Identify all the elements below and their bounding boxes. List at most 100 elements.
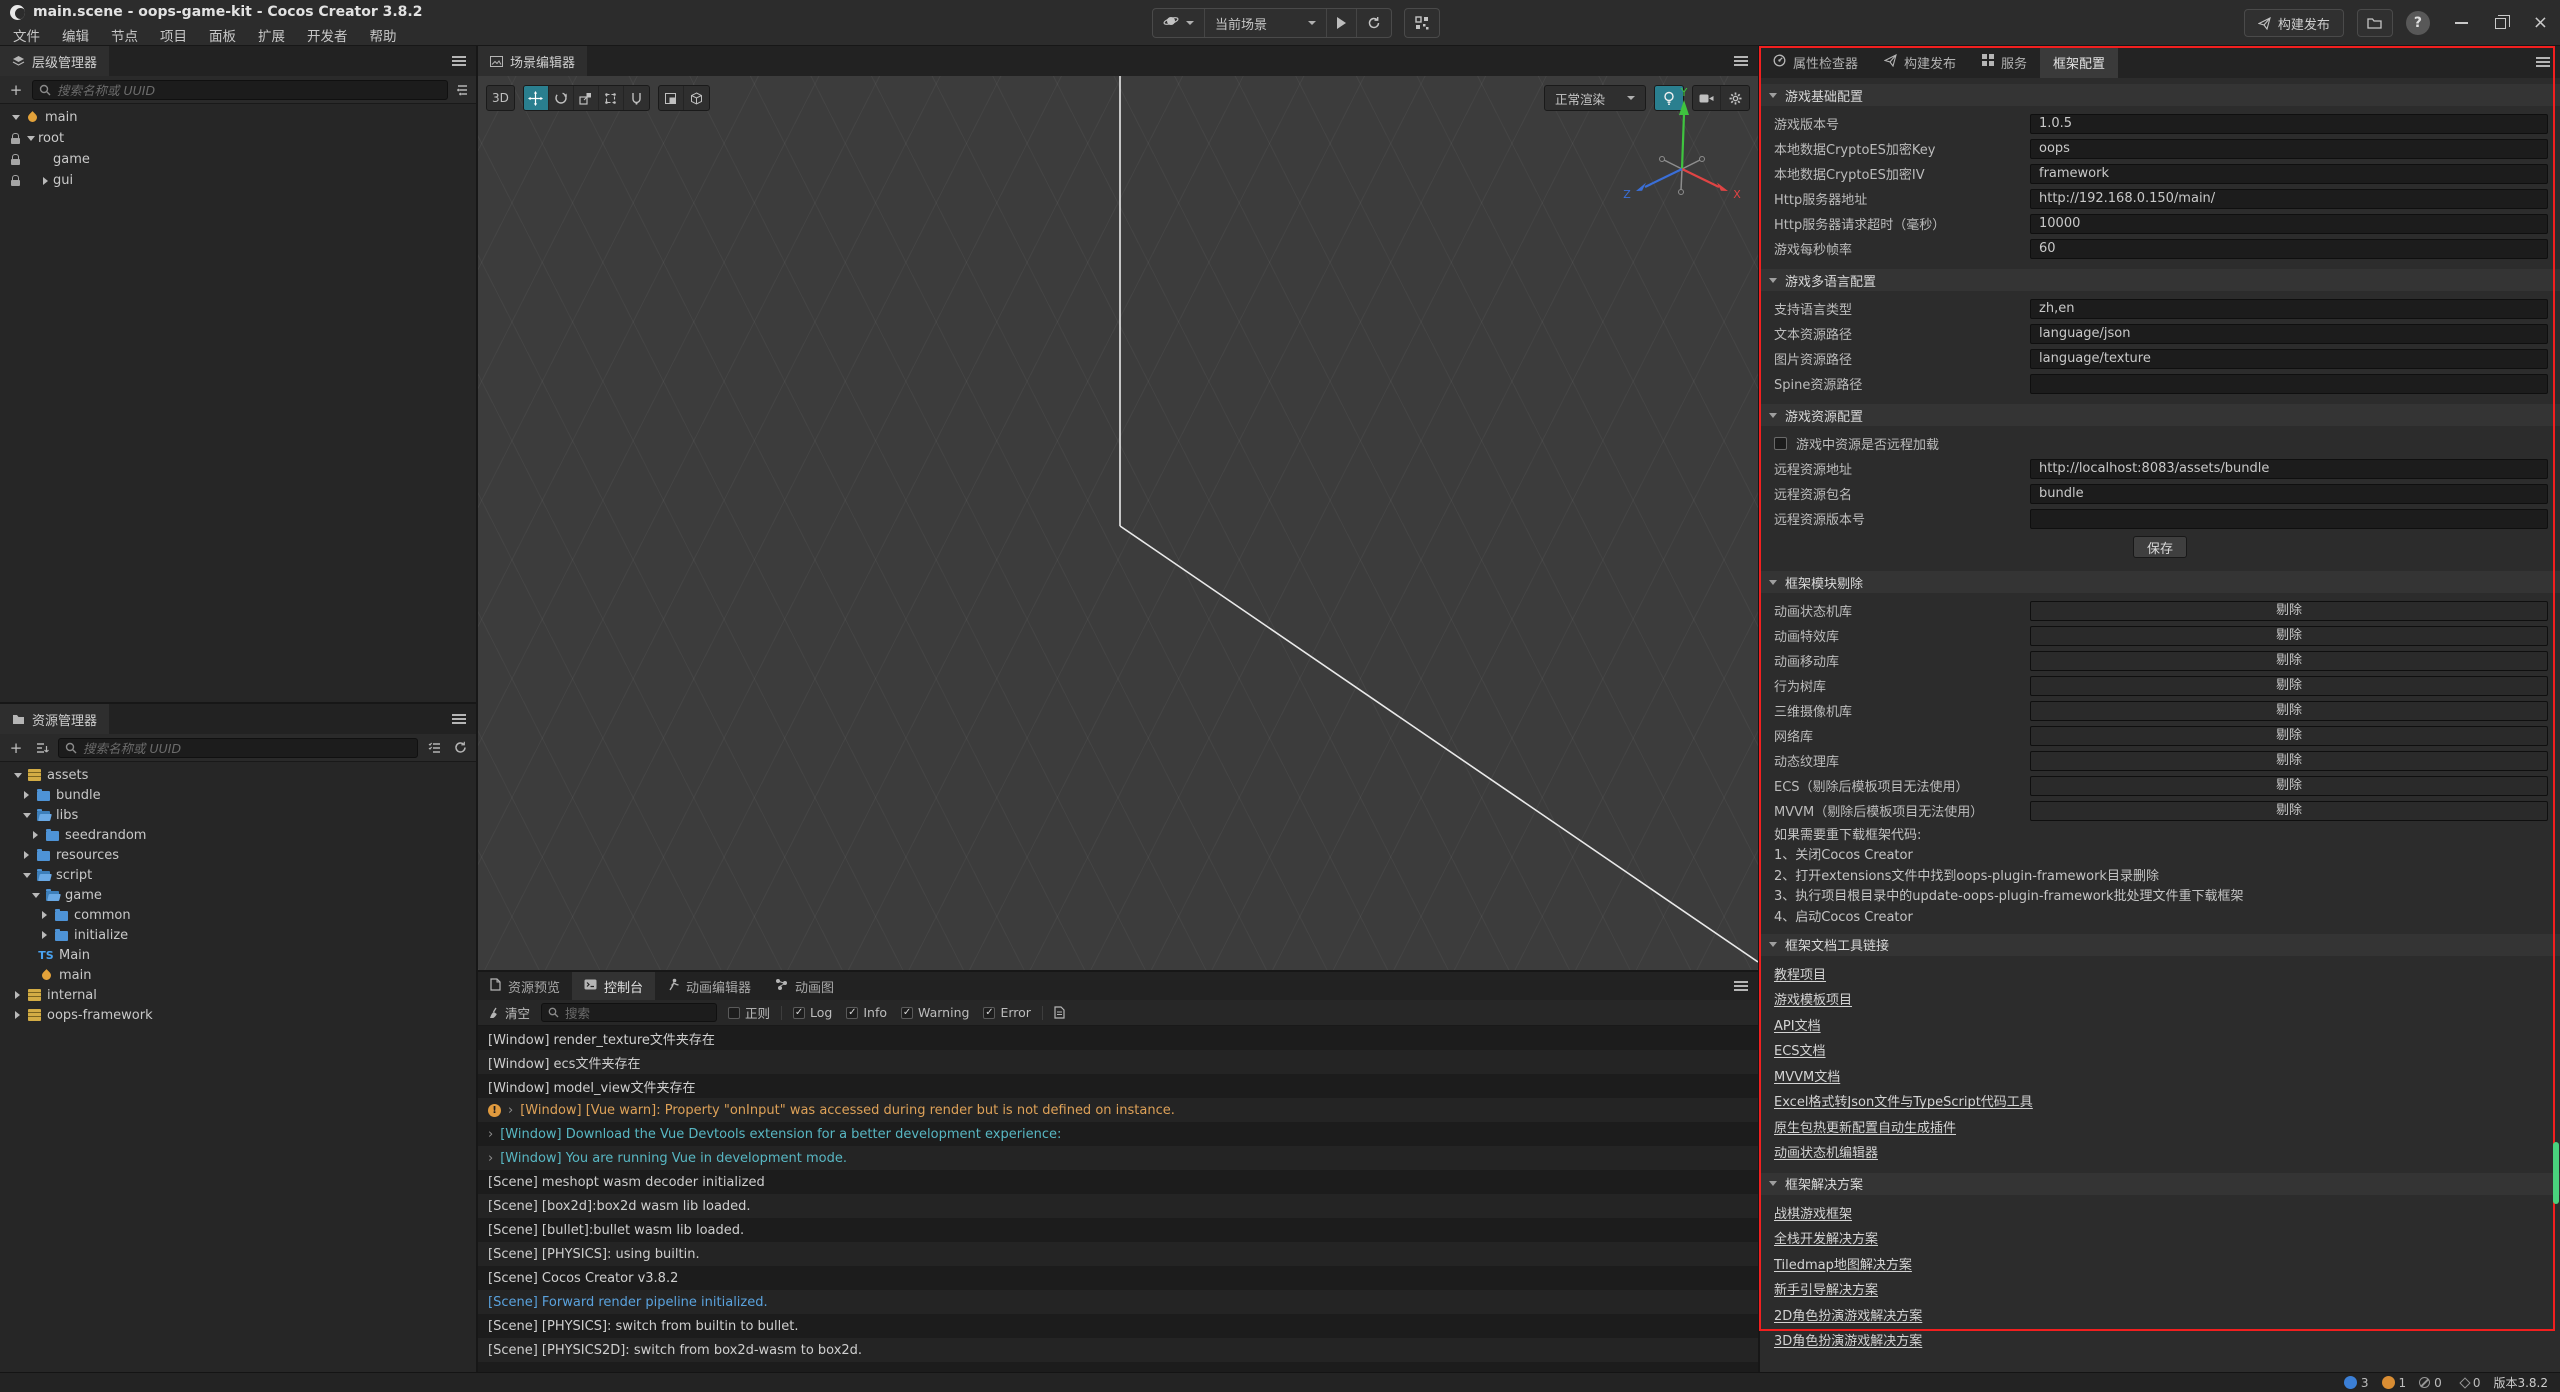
orientation-gizmo[interactable]: Y X Z	[1615, 88, 1755, 208]
console-search-input[interactable]: 搜索	[541, 1003, 717, 1022]
hierarchy-node[interactable]: game	[0, 149, 476, 170]
chevron-collapsed-icon[interactable]	[33, 831, 38, 839]
console-log-row[interactable]: [Scene] Forward render pipeline initiali…	[478, 1290, 1758, 1314]
menu-item[interactable]: 项目	[149, 24, 198, 45]
module-remove-button[interactable]: 剔除	[2030, 601, 2548, 621]
module-remove-button[interactable]: 剔除	[2030, 626, 2548, 646]
menu-item[interactable]: 文件	[2, 24, 51, 45]
assets-filter-button[interactable]	[424, 738, 444, 758]
status-info-count[interactable]: 3	[2344, 1376, 2369, 1390]
reload-button[interactable]	[1357, 9, 1391, 37]
console-log-row[interactable]: [Scene] [bullet]:bullet wasm lib loaded.	[478, 1218, 1758, 1242]
chevron-expanded-icon[interactable]	[27, 136, 35, 141]
status-warning-count[interactable]: 1	[2382, 1376, 2407, 1390]
tab-hierarchy[interactable]: 层级管理器	[0, 46, 109, 76]
inspector-menu-icon[interactable]	[2536, 57, 2550, 67]
hierarchy-node[interactable]: main	[0, 107, 476, 128]
console-log-row[interactable]: [Scene] [box2d]:box2d wasm lib loaded.	[478, 1194, 1758, 1218]
scrollbar-thumb[interactable]	[2553, 1142, 2559, 1204]
menu-item[interactable]: 编辑	[51, 24, 100, 45]
asset-node[interactable]: internal	[0, 985, 476, 1005]
console-log-row[interactable]: ›[Window] Download the Vue Devtools exte…	[478, 1122, 1758, 1146]
status-extra-count[interactable]: 0	[2461, 1376, 2481, 1390]
doc-link[interactable]: API文档	[1774, 1015, 1821, 1034]
module-remove-button[interactable]: 剔除	[2030, 776, 2548, 796]
section-solutions[interactable]: 框架解决方案	[1760, 1173, 2560, 1195]
help-button[interactable]: ?	[2406, 11, 2430, 35]
field-input[interactable]	[2030, 509, 2548, 529]
open-project-folder-button[interactable]	[2357, 9, 2393, 37]
field-input[interactable]: oops	[2030, 139, 2548, 159]
doc-link[interactable]: 新手引导解决方案	[1774, 1279, 1878, 1298]
menu-item[interactable]: 面板	[198, 24, 247, 45]
module-remove-button[interactable]: 剔除	[2030, 726, 2548, 746]
asset-node[interactable]: libs	[0, 805, 476, 825]
console-tab[interactable]: 动画图	[763, 972, 846, 1000]
section-modules[interactable]: 框架模块剔除	[1760, 571, 2560, 593]
chevron-expanded-icon[interactable]	[32, 893, 40, 898]
doc-link[interactable]: Tiledmap地图解决方案	[1774, 1254, 1912, 1273]
module-remove-button[interactable]: 剔除	[2030, 676, 2548, 696]
hierarchy-menu-icon[interactable]	[452, 56, 466, 66]
asset-node[interactable]: seedrandom	[0, 825, 476, 845]
menu-item[interactable]: 扩展	[247, 24, 296, 45]
tab-scene-editor[interactable]: 场景编辑器	[478, 46, 587, 76]
console-log-row[interactable]: [Window] render_texture文件夹存在	[478, 1026, 1758, 1050]
inspector-tab[interactable]: 构建发布	[1871, 46, 1969, 78]
inspector-tab[interactable]: 服务	[1969, 46, 2040, 78]
menu-item[interactable]: 节点	[100, 24, 149, 45]
console-log-row[interactable]: [Scene] Cocos Creator v3.8.2	[478, 1266, 1758, 1290]
field-input[interactable]: 60	[2030, 239, 2548, 259]
console-tab[interactable]: 控制台	[572, 972, 655, 1000]
expand-arrow-icon[interactable]: ›	[488, 1127, 493, 1142]
status-error-count[interactable]: 0	[2419, 1376, 2442, 1390]
field-input[interactable]	[2030, 374, 2548, 394]
console-log-row[interactable]: ›[Window] You are running Vue in develop…	[478, 1146, 1758, 1170]
console-log-row[interactable]: !›[Window] [Vue warn]: Property "onInput…	[478, 1098, 1758, 1122]
doc-link[interactable]: ECS文档	[1774, 1040, 1826, 1059]
assets-menu-icon[interactable]	[452, 714, 466, 724]
chevron-expanded-icon[interactable]	[14, 773, 22, 778]
menu-item[interactable]: 开发者	[296, 24, 359, 45]
chevron-expanded-icon[interactable]	[23, 813, 31, 818]
remote-load-checkbox[interactable]	[1774, 437, 1787, 450]
doc-link[interactable]: Excel格式转Json文件与TypeScript代码工具	[1774, 1091, 2033, 1110]
module-remove-button[interactable]: 剔除	[2030, 801, 2548, 821]
move-tool-button[interactable]	[524, 86, 549, 110]
console-log-row[interactable]: [Window] ecs文件夹存在	[478, 1050, 1758, 1074]
play-button[interactable]	[1327, 9, 1357, 37]
console-log-row[interactable]: [Scene] [PHYSICS2D]: switch from box2d-w…	[478, 1338, 1758, 1362]
expand-arrow-icon[interactable]: ›	[508, 1103, 513, 1118]
asset-node[interactable]: bundle	[0, 785, 476, 805]
device-preview-button[interactable]	[1404, 8, 1440, 38]
inspector-tab[interactable]: 属性检查器	[1760, 46, 1871, 78]
doc-link[interactable]: 游戏模板项目	[1774, 989, 1852, 1008]
pivot-toggle-button[interactable]	[659, 86, 684, 110]
console-clear-button[interactable]: 清空	[488, 1003, 530, 1022]
section-doc-links[interactable]: 框架文档工具链接	[1760, 934, 2560, 956]
build-publish-button[interactable]: 构建发布	[2244, 9, 2344, 37]
mode-3d-button[interactable]: 3D	[486, 85, 515, 111]
doc-link[interactable]: 战棋游戏框架	[1774, 1203, 1852, 1222]
field-input[interactable]: 1.0.5	[2030, 114, 2548, 134]
field-input[interactable]: 10000	[2030, 214, 2548, 234]
asset-node[interactable]: assets	[0, 765, 476, 785]
asset-node[interactable]: script	[0, 865, 476, 885]
doc-link[interactable]: 2D角色扮演游戏解决方案	[1774, 1305, 1922, 1324]
rotate-tool-button[interactable]	[549, 86, 574, 110]
asset-node[interactable]: TSMain	[0, 945, 476, 965]
field-input[interactable]: bundle	[2030, 484, 2548, 504]
assets-search-input[interactable]: 搜索名称或 UUID	[58, 738, 418, 758]
expand-arrow-icon[interactable]: ›	[488, 1151, 493, 1166]
doc-link[interactable]: 全栈开发解决方案	[1774, 1228, 1878, 1247]
filter-info-checkbox[interactable]: ✓Info	[846, 1005, 887, 1020]
minimize-button[interactable]	[2455, 22, 2468, 24]
module-remove-button[interactable]: 剔除	[2030, 651, 2548, 671]
scene-menu-icon[interactable]	[1734, 56, 1748, 66]
asset-node[interactable]: initialize	[0, 925, 476, 945]
hierarchy-node[interactable]: root	[0, 128, 476, 149]
hierarchy-filter-button[interactable]	[454, 80, 470, 100]
console-log-row[interactable]: [Scene] [PHYSICS]: using builtin.	[478, 1242, 1758, 1266]
scale-tool-button[interactable]	[574, 86, 599, 110]
module-remove-button[interactable]: 剔除	[2030, 751, 2548, 771]
